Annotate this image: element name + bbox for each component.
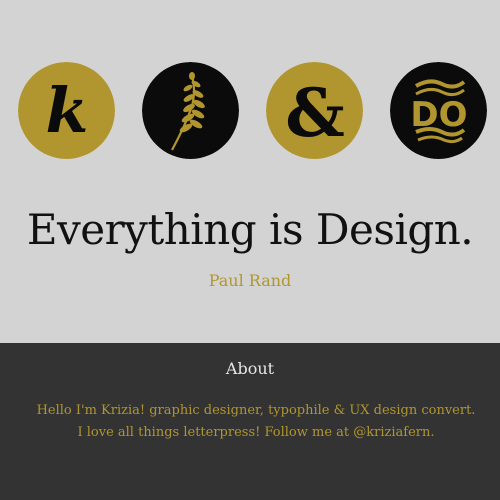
hero-section: k & DO Everything is Design. Paul Rand — [0, 0, 500, 343]
hero-quote: Everything is Design. — [26, 205, 474, 254]
about-title: About — [225, 359, 275, 378]
k-letter-icon: k — [18, 62, 115, 159]
quote-author: Paul Rand — [208, 271, 292, 290]
do-lettering-icon: DO — [390, 62, 487, 159]
svg-text:k: k — [46, 74, 89, 147]
svg-text:DO: DO — [410, 95, 467, 135]
svg-text:&: & — [285, 74, 345, 152]
ampersand-icon: & — [266, 62, 363, 159]
fern-icon — [142, 62, 239, 159]
about-text: Hello I'm Krizia! graphic designer, typo… — [36, 403, 476, 440]
logo-row: k & DO — [0, 62, 500, 162]
